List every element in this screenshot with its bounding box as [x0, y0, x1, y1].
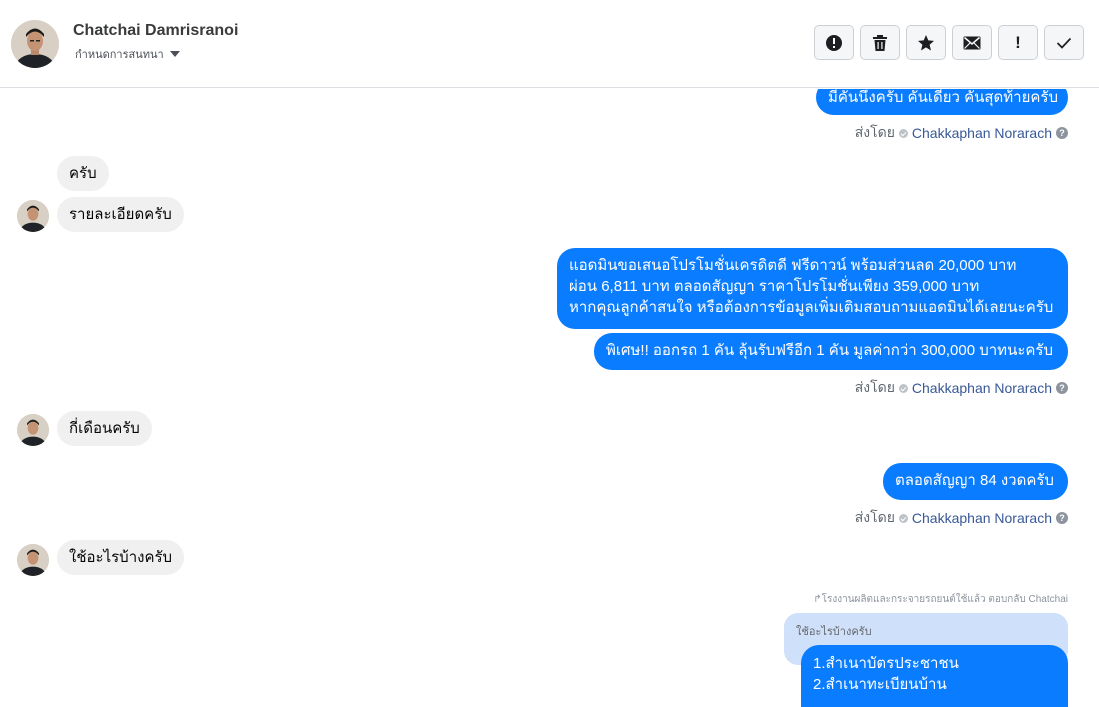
- sent-by-info: ส่งโดย Chakkaphan Norarach ?: [855, 122, 1068, 144]
- incoming-message[interactable]: ใช้อะไรบ้างครับ: [57, 540, 185, 575]
- contact-name: Chatchai Damrisranoi: [73, 22, 239, 39]
- agent-name-link[interactable]: Chakkaphan Norarach: [912, 125, 1052, 141]
- caret-down-icon: [169, 51, 180, 57]
- person-photo-icon: [17, 544, 49, 576]
- checkmark-icon: [1056, 37, 1072, 49]
- help-icon[interactable]: ?: [1056, 127, 1068, 139]
- agent-name-link[interactable]: Chakkaphan Norarach: [912, 380, 1052, 396]
- incoming-message[interactable]: กี่เดือนครับ: [57, 411, 152, 446]
- trash-icon: [873, 34, 887, 51]
- outgoing-message-promo[interactable]: แอดมินขอเสนอโปรโมชั่นเครดิตดี ฟรีดาวน์ พ…: [557, 248, 1068, 329]
- action-toolbar: !: [814, 25, 1084, 60]
- conversation-status-dropdown[interactable]: กำหนดการสนทนา: [75, 45, 180, 63]
- contact-avatar-small: [17, 544, 49, 576]
- sent-by-info: ส่งโดย Chakkaphan Norarach ?: [855, 377, 1068, 399]
- verified-check-icon: [898, 513, 908, 523]
- help-icon[interactable]: ?: [1056, 382, 1068, 394]
- conversation-status-label: กำหนดการสนทนา: [75, 49, 164, 61]
- verified-check-icon: [898, 383, 908, 393]
- outgoing-reply-message[interactable]: 1.สำเนาบัตรประชาชน 2.สำเนาทะเบียนบ้าน: [801, 645, 1068, 707]
- person-photo-icon: [17, 414, 49, 446]
- star-button[interactable]: [906, 25, 946, 60]
- mark-done-button[interactable]: [1044, 25, 1084, 60]
- follow-up-button[interactable]: !: [998, 25, 1038, 60]
- contact-avatar[interactable]: [11, 20, 59, 68]
- contact-avatar-small: [17, 200, 49, 232]
- verified-check-icon: [898, 128, 908, 138]
- message-thread[interactable]: มีคันนึงครับ คันเดียว คันสุดท้ายครับ ส่ง…: [0, 89, 1099, 707]
- person-photo-icon: [17, 200, 49, 232]
- reply-context-note: ↱โรงงานผลิตและกระจายรถยนต์ใช้แล้ว ตอบกลั…: [813, 594, 1068, 605]
- alert-circle-icon: [826, 34, 842, 51]
- outgoing-message[interactable]: พิเศษ!! ออกรถ 1 คัน ลุ้นรับฟรีอีก 1 คัน …: [594, 333, 1068, 370]
- reply-arrow-icon: ↱: [813, 594, 822, 605]
- agent-name-link[interactable]: Chakkaphan Norarach: [912, 510, 1052, 526]
- incoming-message[interactable]: รายละเอียดครับ: [57, 197, 184, 232]
- mark-unread-button[interactable]: [952, 25, 992, 60]
- help-icon[interactable]: ?: [1056, 512, 1068, 524]
- outgoing-message[interactable]: มีคันนึงครับ คันเดียว คันสุดท้ายครับ: [816, 89, 1068, 115]
- outgoing-message[interactable]: ตลอดสัญญา 84 งวดครับ: [883, 463, 1068, 500]
- incoming-message[interactable]: ครับ: [57, 156, 109, 191]
- contact-avatar-small: [17, 414, 49, 446]
- star-icon: [918, 34, 934, 50]
- conversation-header: Chatchai Damrisranoi กำหนดการสนทนา !: [0, 0, 1099, 88]
- person-photo-icon: [11, 20, 59, 68]
- envelope-icon: [963, 36, 981, 49]
- mark-spam-button[interactable]: [814, 25, 854, 60]
- delete-button[interactable]: [860, 25, 900, 60]
- exclamation-icon: !: [1015, 32, 1021, 52]
- sent-by-info: ส่งโดย Chakkaphan Norarach ?: [855, 507, 1068, 529]
